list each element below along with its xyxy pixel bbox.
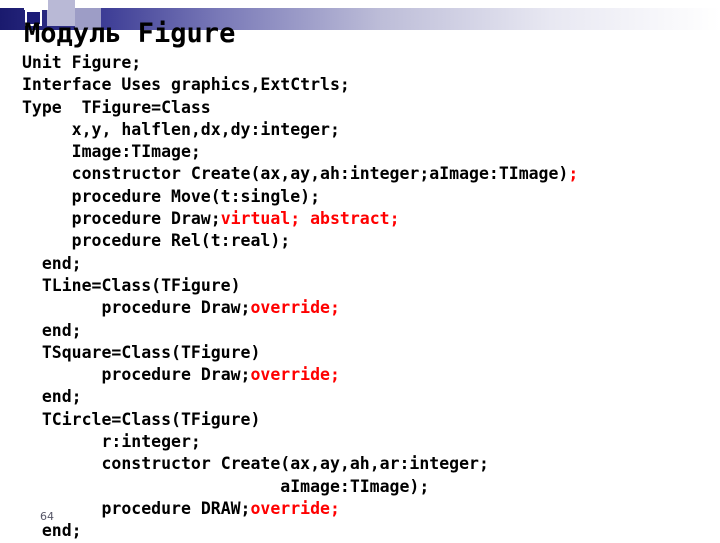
code-line: aImage:TImage); <box>22 476 712 498</box>
page-title: Модуль Figure <box>24 18 236 49</box>
code-line: procedure Rel(t:real); <box>22 230 712 252</box>
code-line: procedure Draw;override; <box>22 297 712 319</box>
code-text: end; <box>41 320 82 340</box>
code-line: TLine=Class(TFigure) <box>22 275 712 297</box>
code-line: procedure Draw;override; <box>22 364 712 386</box>
code-keyword: override; <box>250 298 340 318</box>
code-line: Type TFigure=Class <box>22 97 712 119</box>
code-text: end; <box>41 521 82 541</box>
code-text: TCircle=Class(TFigure) <box>41 409 261 429</box>
code-block: Unit Figure; Interface Uses graphics,ExtC… <box>22 52 712 543</box>
code-text: procedure Draw; <box>101 365 251 385</box>
code-keyword: ; <box>568 164 579 184</box>
header-white-gap <box>24 0 48 10</box>
code-line: r:integer; <box>22 431 712 453</box>
code-text: procedure Move(t:single); <box>71 186 321 206</box>
code-text: aImage:TImage); <box>280 476 430 496</box>
code-text: Interface Uses graphics,ExtCtrls; <box>22 75 350 95</box>
code-text: procedure Draw; <box>101 298 251 318</box>
code-text: Type TFigure=Class <box>22 97 211 117</box>
code-text: x,y, halflen,dx,dy:integer; <box>71 119 340 139</box>
code-line: procedure DRAW;override; <box>22 498 712 520</box>
code-line: Interface Uses graphics,ExtCtrls; <box>22 74 712 96</box>
code-text: TSquare=Class(TFigure) <box>41 342 261 362</box>
code-line: end; <box>22 320 712 342</box>
code-text: end; <box>41 253 82 273</box>
code-line: Unit Figure; <box>22 52 712 74</box>
code-line: Image:TImage; <box>22 141 712 163</box>
code-line: constructor Create(ax,ay,ah:integer;aIma… <box>22 163 712 185</box>
code-text: Unit Figure; <box>22 53 142 72</box>
code-line: end; <box>22 253 712 275</box>
code-line: TSquare=Class(TFigure) <box>22 342 712 364</box>
code-line: end; <box>22 386 712 408</box>
code-text: constructor Create(ax,ay,ah:integer;aIma… <box>71 164 569 184</box>
code-line: constructor Create(ax,ay,ah,ar:integer; <box>22 453 712 475</box>
code-text: procedure Draw; <box>71 209 221 229</box>
code-text: TLine=Class(TFigure) <box>41 275 241 295</box>
code-line: procedure Move(t:single); <box>22 186 712 208</box>
code-text: constructor Create(ax,ay,ah,ar:integer; <box>101 454 489 474</box>
code-text: end; <box>41 387 82 407</box>
code-line: procedure Draw;virtual; abstract; <box>22 208 712 230</box>
code-text: r:integer; <box>101 432 201 452</box>
code-line: end; <box>22 520 712 542</box>
page-number: 64 <box>40 510 54 523</box>
code-text: procedure DRAW; <box>101 498 251 518</box>
code-line: x,y, halflen,dx,dy:integer; <box>22 119 712 141</box>
code-keyword: override; <box>250 365 340 385</box>
code-text: Image:TImage; <box>71 142 201 162</box>
code-text: procedure Rel(t:real); <box>71 231 291 251</box>
code-line: TCircle=Class(TFigure) <box>22 409 712 431</box>
code-keyword: override; <box>250 498 340 518</box>
code-keyword: virtual; abstract; <box>220 209 400 229</box>
